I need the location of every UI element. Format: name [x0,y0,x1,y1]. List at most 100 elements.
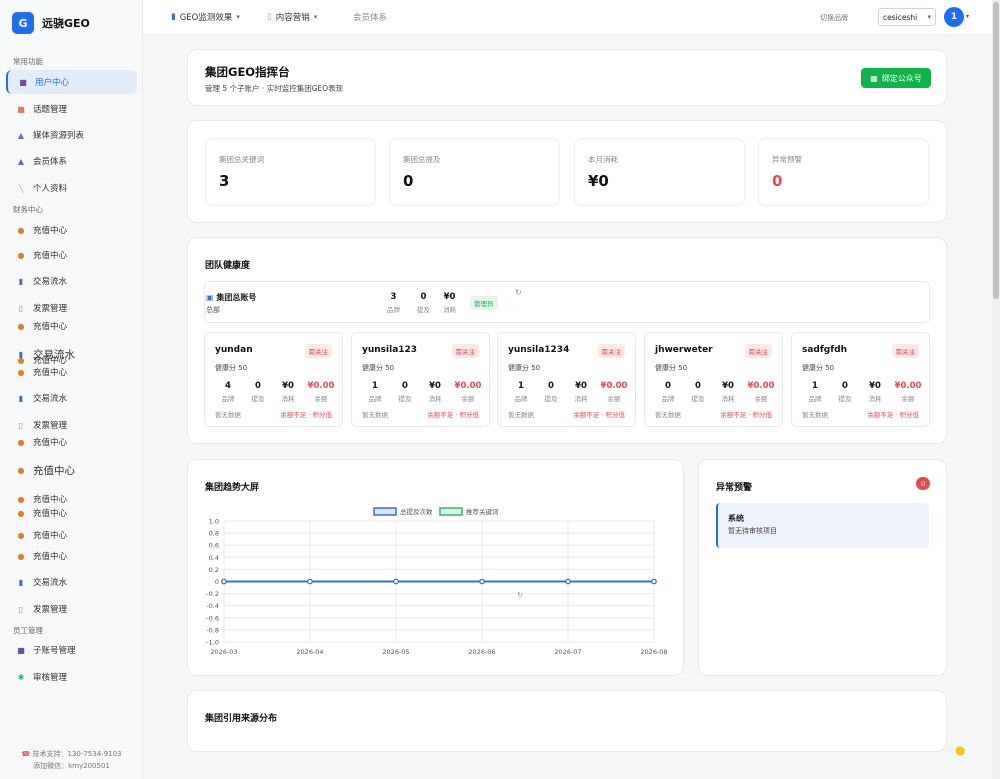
team-name: jhwerweter [655,345,713,355]
sidebar-item-recharge[interactable]: ● 充值中心 [6,360,137,384]
sidebar-item-invoice[interactable]: ▯ 发票管理 [6,597,137,621]
team-card[interactable]: sadfgfdh 需关注 健康分 50 1 品牌 0 提及 ¥0 消耗 ¥0.00 余额 暂无数据 余额… [791,332,930,427]
sidebar-item-subaccounts[interactable]: ■ 子账号管理 [6,638,137,662]
brand-select-value: cesiceshi [883,12,918,22]
team-mention-count: 0 提及 [251,381,265,403]
sidebar-item-media[interactable]: ▲ 媒体资源列表 [6,123,137,147]
sidebar-item-label: 交易流水 [33,578,68,588]
section-common: 常用功能 [13,57,43,66]
sidebar-item-label: 充值中心 [33,251,68,261]
review-icon: ✱ [17,672,25,682]
team-name: yunsila1234 [508,345,570,355]
sidebar-item-transactions[interactable]: ▮ 交易流水 [6,269,137,293]
sidebar-item-recharge[interactable]: ● 充值中心 [6,501,137,525]
alert-item-title: 系统 [728,514,744,523]
sidebar-item-member[interactable]: ▲ 会员体系 [6,149,137,173]
sidebar-item-label: 充值中心 [33,464,75,477]
sidebar-item-recharge[interactable]: ● 充值中心 [6,314,137,338]
team-nodata: 暂无数据 [362,411,388,419]
team-card[interactable]: yundan 需关注 健康分 50 4 品牌 0 提及 ¥0 消耗 ¥0.00 余额 暂无数据 余额不足… [204,332,343,427]
team-consumption: ¥0 消耗 [428,381,442,403]
team-consumption: ¥0 消耗 [281,381,295,403]
master-sub: 总部 [206,306,220,314]
attention-tag: 需关注 [891,344,919,358]
attention-tag: 需关注 [451,344,479,358]
chevron-down-icon[interactable]: ▾ [966,13,969,20]
y-tick-label: -0.2 [206,590,219,598]
team-warning: 余额不足 · 积分低 [867,411,919,419]
data-point [393,578,399,585]
team-brand-count: 4 品牌 [221,381,235,403]
team-card[interactable]: yunsila1234 需关注 健康分 50 1 品牌 0 提及 ¥0 消耗 ¥0.00 余额 暂无数… [497,332,636,427]
loading-icon: ↻ [515,288,522,297]
team-warning: 余额不足 · 积分低 [280,411,332,419]
sidebar-item-transactions[interactable]: ▮ 交易流水 [6,386,137,410]
team-card[interactable]: yunsila123 需关注 健康分 50 1 品牌 0 提及 ¥0 消耗 ¥0.00 余额 暂无数据… [351,332,490,427]
team-balance: ¥0.00 余额 [894,381,922,403]
trend-chart: 1.00.80.60.40.20-0.2-0.4-0.6-0.8-1.02026… [206,507,667,656]
legend-swatch [373,507,397,516]
sidebar-item-label: 用户中心 [35,78,70,88]
legend-label: 总提及次数 [400,507,433,516]
y-tick-label: 0.6 [209,542,219,550]
sidebar-item-recharge[interactable]: ● 充值中心 [6,544,137,568]
sidebar-item-label: 发票管理 [33,605,68,615]
scrollbar-thumb[interactable] [993,2,999,299]
health-score: 健康分 50 [508,364,541,372]
admin-badge: 管理员 [470,296,498,310]
stat-label: 集团总提及 [403,155,441,164]
brand[interactable]: G 远骁GEO [12,12,90,34]
team-warning: 余额不足 · 积分低 [720,411,772,419]
sidebar-item-review[interactable]: ✱ 审核管理 [6,665,137,689]
menu-label: GEO监测效果 [179,13,233,23]
sidebar-item-label: 充值中心 [33,531,68,541]
master-brand-count: 3 品牌 [387,292,400,314]
section-title: 异常预警 [716,483,753,493]
menu-content-marketing[interactable]: ▯ 内容营销 ▾ [267,11,317,23]
team-nodata: 暂无数据 [802,411,828,419]
stat-monthly-consumption: 本月消耗 ¥0 [574,138,745,206]
qr-icon: ▦ [870,73,878,83]
lightbulb-icon[interactable]: ● [955,743,965,757]
sidebar-item-label: 个人资料 [33,184,68,194]
legend-swatch [439,507,463,516]
topbar: ▮ GEO监测效果 ▾ ▯ 内容营销 ▾ 会员体系 切换品牌 cesiceshi… [143,0,1000,35]
profile-icon: ╲ [18,183,24,193]
alert-item-text: 暂无待审核项目 [728,527,777,535]
transactions-icon: ▮ [18,276,24,286]
section-staff: 员工管理 [13,626,43,635]
sidebar-item-topics[interactable]: ■ 话题管理 [6,97,137,121]
bind-official-account-button[interactable]: ▦ 绑定公众号 [861,68,931,88]
sidebar-item-label: 充值中心 [33,509,68,519]
sidebar-item-user-center[interactable]: ■ 用户中心 [6,70,137,94]
y-tick-label: -1.0 [206,639,219,647]
recharge-icon: ● [17,465,25,475]
master-name: ▣ 集团总账号 [206,293,257,302]
alert-item[interactable]: 系统 暂无待审核项目 [716,503,929,548]
stat-label: 异常预警 [772,155,802,164]
transactions-icon: ▮ [18,393,24,403]
team-consumption: ¥0 消耗 [574,381,588,403]
team-nodata: 暂无数据 [655,411,681,419]
stat-total-keywords: 集团总关键词 3 [205,138,376,206]
sidebar-item-recharge[interactable]: ● 充值中心 [6,243,137,267]
sidebar-item-recharge[interactable]: ● 充值中心 [6,218,137,242]
team-balance: ¥0.00 余额 [307,381,335,403]
sidebar-item-transactions[interactable]: ▮ 交易流水 [6,570,137,594]
sidebar-item-label: 充值中心 [33,438,68,448]
team-card[interactable]: jhwerweter 需关注 健康分 50 0 品牌 0 提及 ¥0 消耗 ¥0.00 余额 暂无数据… [644,332,783,427]
master-account-row[interactable]: ▣ 集团总账号 总部 3 品牌 0 提及 ¥0 消耗 管理员 ↻ [204,281,930,323]
recharge-icon: ● [17,321,25,331]
sidebar-item-recharge[interactable]: ● 充值中心 [6,458,137,482]
section-title: 集团趋势大屏 [205,483,260,493]
data-point [651,578,657,585]
avatar[interactable]: 1 [944,7,964,27]
brand-select[interactable]: cesiceshi ▾ [878,8,936,26]
menu-geo-monitor[interactable]: ▮ GEO监测效果 ▾ [171,11,240,23]
stat-abnormal-alerts: 异常预警 0 [758,138,929,206]
sources-card: 集团引用来源分布 [187,690,947,752]
sidebar-item-profile[interactable]: ╲ 个人资料 [6,176,137,200]
master-consumption: ¥0 消耗 [443,292,456,314]
sidebar-item-recharge[interactable]: ● 充值中心 [6,430,137,454]
menu-membership[interactable]: 会员体系 [353,11,387,23]
